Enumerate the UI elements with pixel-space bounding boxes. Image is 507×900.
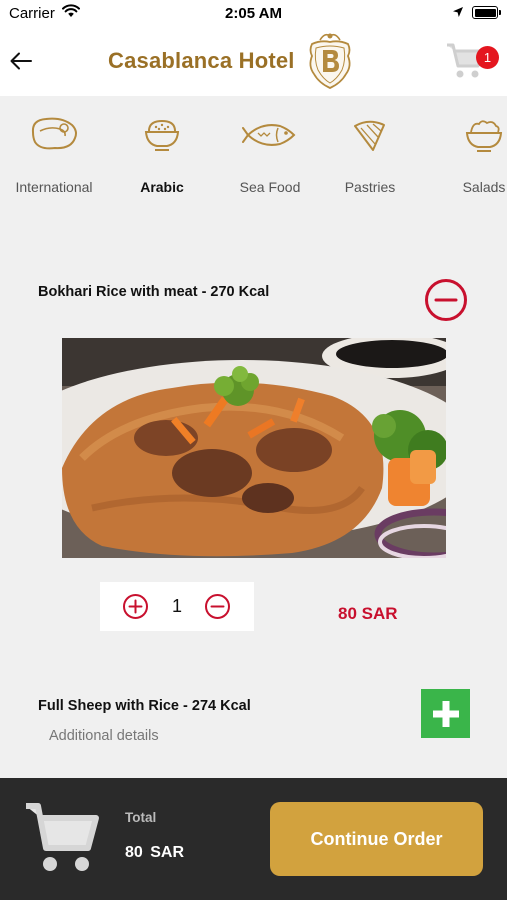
add-to-cart-button[interactable] (421, 689, 470, 738)
rice-bowl-icon (144, 119, 180, 151)
clock: 2:05 AM (225, 5, 282, 22)
category-label: Arabic (140, 179, 184, 195)
steak-icon (31, 117, 77, 150)
category-strip: International Arabic Sea Food Pastries S… (0, 96, 507, 208)
category-pastries[interactable]: Pastries (316, 96, 424, 208)
back-button[interactable] (8, 48, 34, 74)
cart-icon (26, 803, 99, 871)
category-label: Sea Food (239, 179, 301, 195)
pastry-icon (354, 120, 385, 151)
cart-count-badge: 1 (476, 46, 499, 69)
category-sea-food[interactable]: Sea Food (216, 96, 324, 208)
total-value: 80 SAR (125, 844, 185, 861)
quantity-value: 1 (171, 596, 182, 616)
plus-icon (432, 700, 459, 727)
total-label: Total (125, 810, 157, 825)
increase-quantity-button[interactable] (122, 593, 149, 620)
category-label: Salads (462, 179, 506, 195)
category-label: Pastries (344, 179, 396, 195)
item-title: Full Sheep with Rice - 274 Kcal (38, 698, 251, 714)
hotel-title: Casablanca Hotel (108, 48, 295, 73)
order-footer: Total 80 SAR Continue Order (0, 778, 507, 900)
status-bar: Carrier 2:05 AM (0, 0, 507, 28)
food-photo (62, 338, 446, 558)
hotel-crest-logo (309, 33, 351, 89)
category-arabic[interactable]: Arabic (108, 96, 216, 208)
category-salads[interactable]: Salads (430, 96, 507, 208)
nav-bar: Casablanca Hotel (0, 28, 507, 96)
salad-bowl-icon (465, 120, 503, 152)
item-price: 80 SAR (338, 604, 398, 623)
arrow-left-icon (10, 52, 32, 70)
quantity-stepper: 1 (100, 582, 254, 631)
continue-order-button[interactable]: Continue Order (270, 802, 483, 876)
additional-details: Additional details (49, 728, 159, 744)
item-title: Bokhari Rice with meat - 270 Kcal (38, 284, 270, 300)
battery-icon (472, 6, 501, 19)
decrease-quantity-button[interactable] (204, 593, 231, 620)
fish-icon (242, 124, 296, 146)
category-international[interactable]: International (0, 96, 108, 208)
remove-from-cart-button[interactable] (424, 278, 468, 322)
location-arrow-icon (453, 7, 463, 17)
category-label: International (15, 179, 93, 195)
